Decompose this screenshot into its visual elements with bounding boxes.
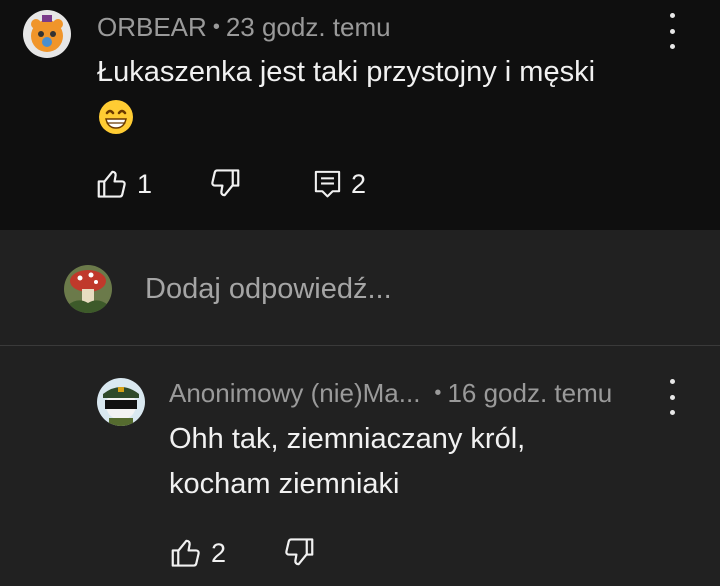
dislike-button[interactable] — [208, 167, 241, 200]
reply-more-icon[interactable] — [662, 379, 682, 415]
replies-count: 2 — [351, 168, 367, 199]
replies-icon — [314, 170, 341, 198]
thumb-down-icon — [211, 169, 240, 197]
thumb-up-icon — [97, 170, 126, 198]
reply-like-count: 2 — [211, 537, 227, 568]
meta-separator: • — [434, 382, 442, 404]
comment-author[interactable]: ORBEAR — [97, 12, 207, 42]
meta-separator: • — [212, 16, 220, 38]
reply-dislike-button[interactable] — [282, 536, 315, 569]
reply-text-line: kocham ziemniaki — [169, 468, 400, 500]
avatar-user-icon — [64, 265, 112, 313]
add-reply-input[interactable]: Dodaj odpowiedź... — [145, 272, 392, 306]
thumb-down-icon — [285, 538, 314, 566]
avatar-anon-icon — [97, 378, 145, 426]
comment: ORBEAR • 23 godz. temu Łukaszenka jest tak… — [0, 0, 720, 230]
comment-more-icon[interactable] — [662, 13, 682, 49]
reply-time[interactable]: 16 godz. temu — [447, 378, 612, 408]
reply-author-avatar[interactable] — [97, 378, 145, 426]
reply-meta: Anonimowy (nie)Ma... • 16 godz. temu — [169, 378, 612, 408]
author-avatar[interactable] — [23, 10, 71, 58]
grin-emoji-icon — [99, 100, 133, 134]
thumb-up-icon — [171, 539, 200, 567]
reply-text: Ohh tak, ziemniaczany król, kocham ziemn… — [169, 417, 525, 507]
reply-like-button[interactable]: 2 — [170, 536, 226, 569]
divider — [0, 345, 720, 346]
current-user-avatar — [64, 265, 112, 313]
comment-emoji — [97, 98, 595, 150]
like-button[interactable]: 1 — [96, 167, 152, 200]
comment-text: Łukaszenka jest taki przystojny i męski — [97, 50, 595, 150]
comment-text-line: Łukaszenka jest taki przystojny i męski — [97, 56, 596, 88]
comment-time[interactable]: 23 godz. temu — [226, 12, 391, 42]
reply-text-line: Ohh tak, ziemniaczany król, — [169, 423, 526, 455]
reply-author[interactable]: Anonimowy (nie)Ma... — [169, 378, 420, 408]
replies-button[interactable]: 2 — [312, 168, 366, 199]
avatar-orbear-icon — [23, 10, 71, 58]
comment-meta: ORBEAR • 23 godz. temu — [97, 12, 391, 42]
like-count: 1 — [137, 168, 153, 199]
